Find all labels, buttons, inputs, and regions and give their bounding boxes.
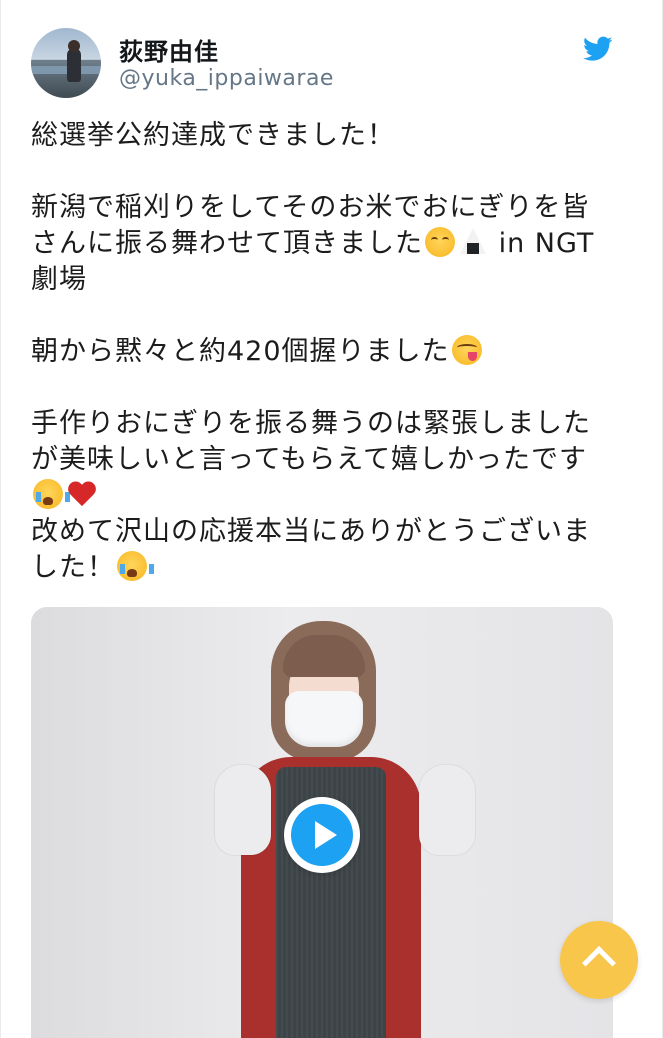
tweet-line: 改めて沢山の応援本当にありがとうございま bbox=[31, 516, 591, 547]
tweet-line: 新潟で稲刈りをしてそのお米でおにぎりを皆 bbox=[31, 192, 590, 223]
tweet-line bbox=[31, 478, 621, 514]
avatar[interactable] bbox=[31, 28, 101, 98]
tweet-card: 荻野由佳 @yuka_ippaiwarae 総選挙公約達成できました！ 新潟で稲… bbox=[0, 0, 663, 1038]
tweet-text: 総選挙公約達成できました！ 新潟で稲刈りをしてそのお米でおにぎりを皆 さんに振る… bbox=[31, 118, 621, 586]
play-icon bbox=[315, 821, 337, 849]
tweet-line: 総選挙公約達成できました！ bbox=[31, 120, 395, 151]
rice-ball-emoji-icon bbox=[459, 227, 487, 257]
red-heart-emoji-icon bbox=[67, 479, 97, 509]
author-handle[interactable]: @yuka_ippaiwarae bbox=[119, 66, 334, 91]
tweet-line: した！ bbox=[31, 550, 621, 586]
tweet-line: 朝から黙々と約420個握りました bbox=[31, 334, 621, 370]
crying-face-emoji-icon bbox=[33, 479, 70, 509]
yum-face-emoji-icon bbox=[451, 335, 482, 365]
tweet-line: が美味しいと言ってもらえて嬉しかったです bbox=[31, 444, 587, 475]
crying-face-emoji-icon bbox=[117, 551, 154, 581]
tweet-line: さんに振る舞わせて頂きました in NGT bbox=[31, 227, 595, 259]
scroll-to-top-button[interactable] bbox=[560, 921, 638, 999]
chevron-up-icon bbox=[582, 946, 616, 980]
tweet-header: 荻野由佳 @yuka_ippaiwarae bbox=[31, 28, 631, 100]
tweet-line: 劇場 bbox=[31, 264, 87, 295]
video-thumbnail[interactable] bbox=[31, 607, 613, 1038]
tweet-line: 手作りおにぎりを振る舞うのは緊張しました bbox=[31, 408, 591, 439]
play-button[interactable] bbox=[284, 797, 360, 873]
smiling-face-emoji-icon bbox=[425, 227, 455, 257]
author-name[interactable]: 荻野由佳 bbox=[119, 32, 219, 67]
twitter-bird-icon[interactable] bbox=[583, 36, 613, 62]
